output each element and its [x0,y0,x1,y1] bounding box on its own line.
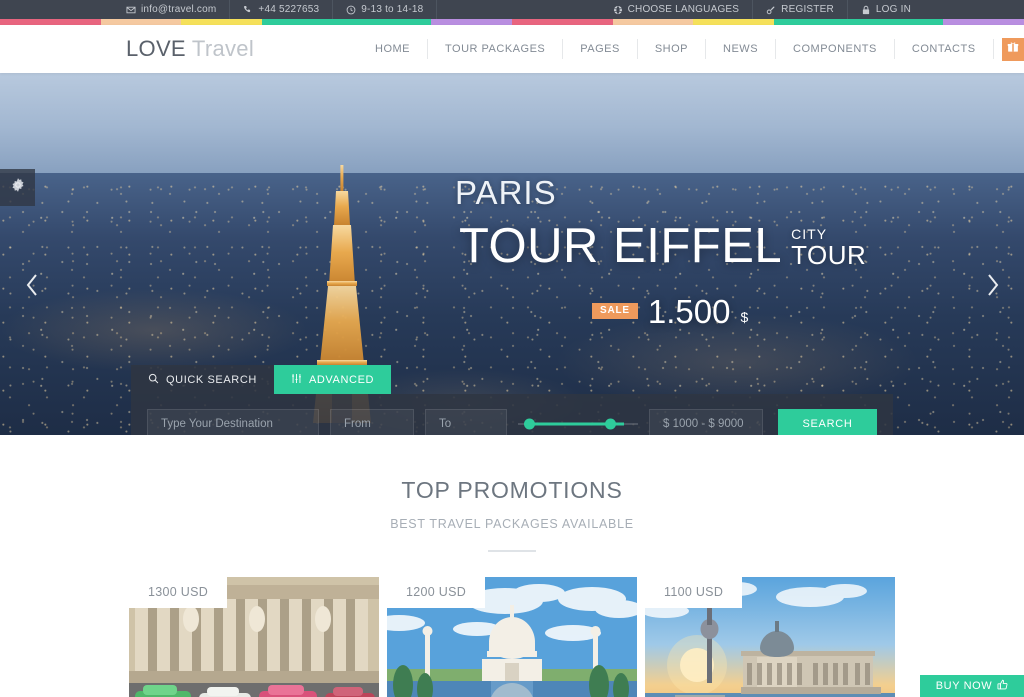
search-form: Type Your Destination From To $ 1000 - $… [131,394,893,435]
choose-languages-button[interactable]: CHOOSE LANGUAGES [600,0,754,19]
register-button[interactable]: REGISTER [753,0,848,19]
card-price-badge: 1100 USD [645,577,743,608]
promotion-card[interactable]: 1200 USD [387,577,637,697]
top-bar-contact-group: info@travel.com +44 5227653 9-13 to 14-1… [126,0,438,19]
promotions-subtitle: BEST TRAVEL PACKAGES AVAILABLE [390,517,634,531]
site-header: LOVE Travel HOME TOUR PACKAGES PAGES SHO… [0,25,1024,73]
nav-item-components[interactable]: COMPONENTS [776,39,895,59]
sale-badge: SALE [592,302,638,319]
card-price-badge: 1200 USD [387,577,486,608]
hero-subtitle-large: TOUR [791,239,867,270]
card-price-badge: 1300 USD [129,577,228,608]
hero-title: TOUR EIFFEL [459,219,783,273]
top-bar-account-group: CHOOSE LANGUAGES REGISTER LOG IN [600,0,924,19]
tab-quick-search-label: QUICK SEARCH [166,373,257,386]
buy-now-label: BUY NOW [935,680,993,692]
globe-icon [613,5,623,15]
key-icon [766,5,776,15]
phone-icon [243,5,253,15]
clock-icon [346,5,356,15]
choose-languages-label: CHOOSE LANGUAGES [627,4,740,15]
hero-title-row: TOUR EIFFEL CITY TOUR [459,222,866,271]
tab-quick-search[interactable]: QUICK SEARCH [131,365,274,394]
top-bar-email[interactable]: info@travel.com [126,0,231,19]
search-tabs: QUICK SEARCH ADVANCED [131,365,893,394]
nav-item-shop[interactable]: SHOP [638,39,707,59]
register-label: REGISTER [781,4,834,15]
top-bar-hours-label: 9-13 to 14-18 [361,4,424,15]
lock-icon [861,5,871,15]
logo-secondary: Travel [191,36,255,61]
date-from-input[interactable]: From [330,408,414,435]
promotion-cards: 1300 USD 1200 USD 1100 USD [0,577,1024,697]
hero-subtitle-group: CITY TOUR [791,227,866,271]
hero-slider: PARIS TOUR EIFFEL CITY TOUR SALE 1.500 $… [0,73,1024,435]
top-bar-phone[interactable]: +44 5227653 [230,0,334,19]
destination-input[interactable]: Type Your Destination [147,408,319,435]
sliders-icon [291,373,302,387]
nav-item-tour-packages[interactable]: TOUR PACKAGES [428,39,564,59]
buy-now-button[interactable]: BUY NOW [920,675,1024,697]
tab-advanced-label: ADVANCED [308,373,375,386]
price-range-input[interactable]: $ 1000 - $ 9000 [649,408,763,435]
nav-item-home[interactable]: HOME [358,39,429,59]
top-bar-hours: 9-13 to 14-18 [333,0,438,19]
thumbs-up-icon [997,679,1008,693]
logo-primary: LOVE [126,36,186,61]
nav-item-pages[interactable]: PAGES [563,39,638,59]
search-submit-button[interactable]: SEARCH [778,408,877,435]
top-bar-phone-label: +44 5227653 [258,4,320,15]
top-promotions-section: TOP PROMOTIONS BEST TRAVEL PACKAGES AVAI… [0,435,1024,697]
search-panel: QUICK SEARCH ADVANCED Type Your Destinat… [131,365,893,435]
price-range-slider[interactable] [518,409,638,436]
promotion-card[interactable]: 1100 USD [645,577,895,697]
hero-price-row: SALE 1.500 $ [592,295,748,328]
hero-price-value: 1.500 [647,293,731,330]
slider-handle-max[interactable] [605,418,616,429]
tab-advanced[interactable]: ADVANCED [273,365,392,394]
log-in-button[interactable]: LOG IN [848,0,924,19]
gift-button[interactable] [1001,37,1024,61]
top-bar: info@travel.com +44 5227653 9-13 to 14-1… [0,0,1024,19]
main-navigation: HOME TOUR PACKAGES PAGES SHOP NEWS COMPO… [358,37,1024,61]
promotions-divider [488,550,536,552]
log-in-label: LOG IN [875,4,911,15]
gift-icon [1007,40,1019,58]
search-icon [148,373,159,387]
hero-eyebrow: PARIS [455,174,557,211]
top-bar-email-label: info@travel.com [141,4,217,15]
site-logo[interactable]: LOVE Travel [126,36,254,62]
date-to-input[interactable]: To [425,408,507,435]
promotions-title: TOP PROMOTIONS [401,477,623,503]
nav-item-news[interactable]: NEWS [706,39,777,59]
nav-item-contacts[interactable]: CONTACTS [895,39,994,59]
promotion-card[interactable]: 1300 USD [129,577,379,697]
envelope-icon [126,5,136,15]
header-action-buttons [1001,37,1024,61]
hero-price-currency: $ [740,309,749,325]
slider-handle-min[interactable] [524,418,535,429]
